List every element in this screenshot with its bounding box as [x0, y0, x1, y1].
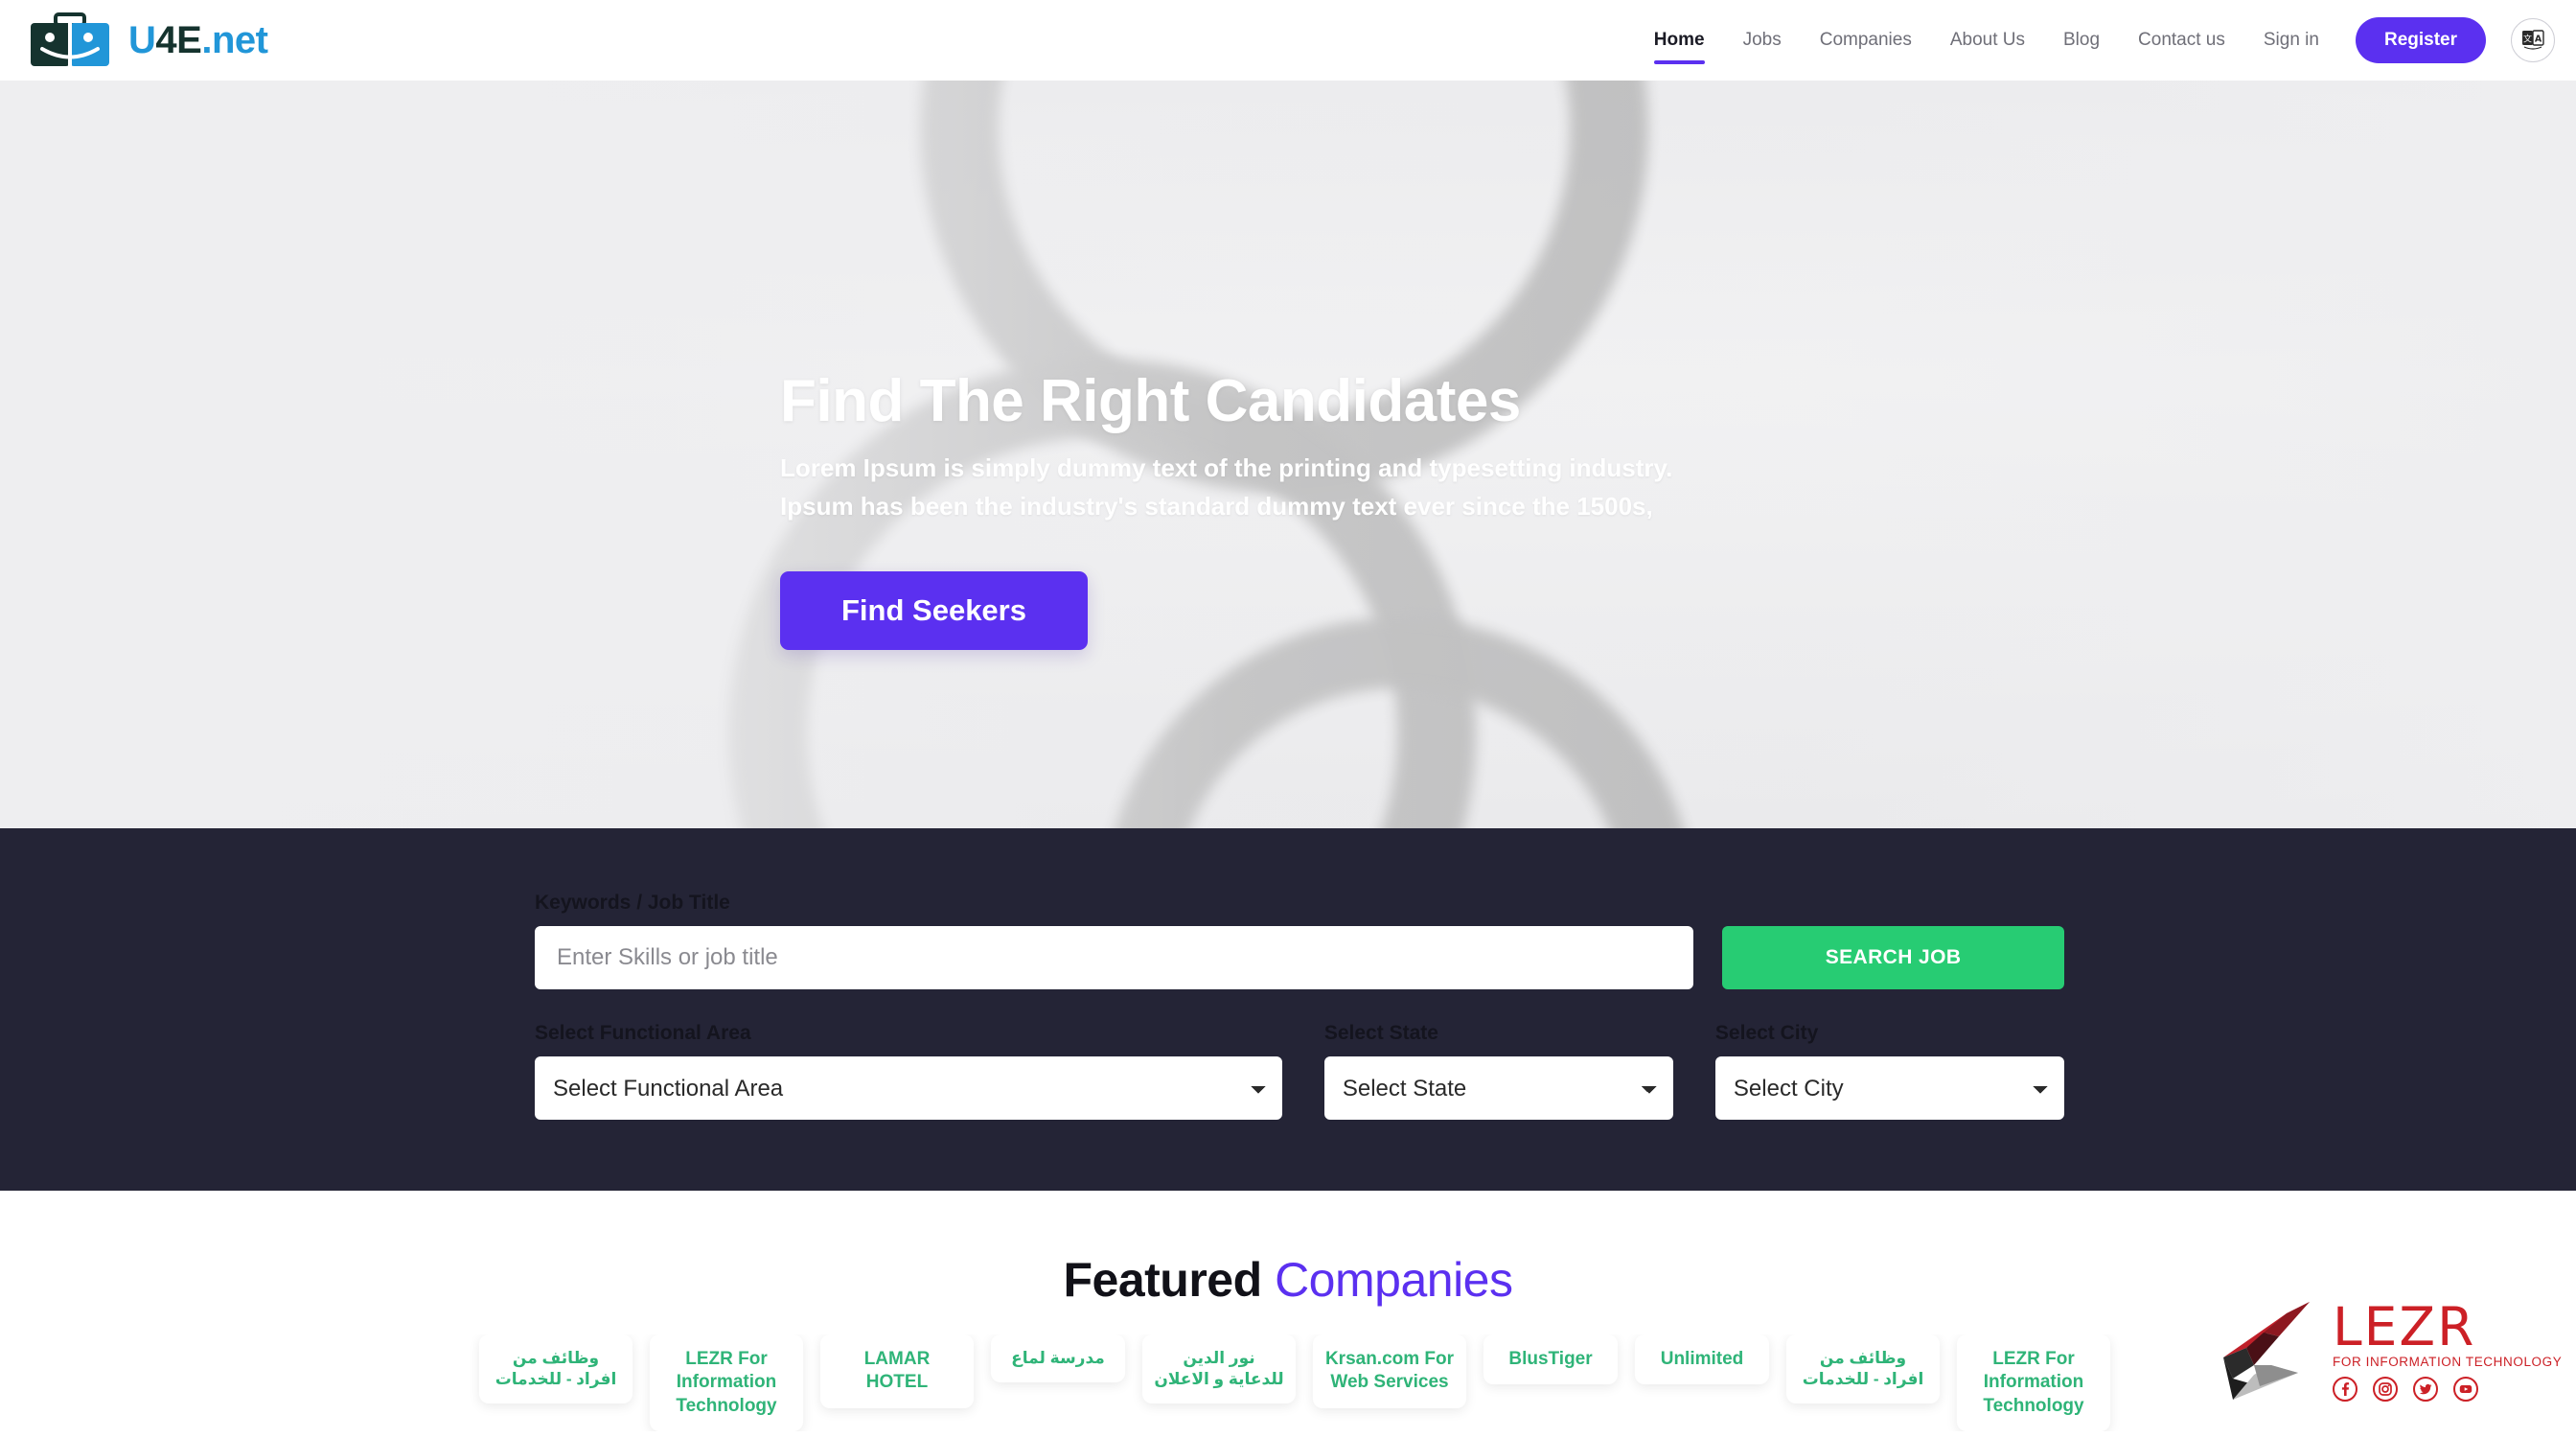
logo-letter-e: E — [176, 19, 202, 61]
hero-subtitle-line-2: Ipsum has been the industry's standard d… — [780, 491, 1653, 521]
state-group: Select State Select State — [1323, 1022, 1673, 1120]
logo-dot: . — [201, 19, 212, 61]
company-logo-card[interactable]: Krsan.com For Web Services — [1313, 1334, 1466, 1408]
logo-tld: net — [211, 19, 268, 61]
city-group: Select City Select City — [1714, 1022, 2064, 1120]
lezr-logo-icon — [2204, 1294, 2327, 1409]
company-logo-card[interactable]: وظائف من افراد - للخدمات — [479, 1334, 632, 1403]
logo-letter-4: 4 — [155, 19, 177, 61]
instagram-icon[interactable] — [2373, 1377, 2398, 1403]
briefcase-logo-icon — [27, 12, 115, 68]
lezr-wordmark: LEZR — [2333, 1295, 2476, 1357]
hero-subtitle: Lorem Ipsum is simply dummy text of the … — [780, 450, 1672, 525]
lezr-social-links — [2333, 1377, 2478, 1403]
search-input[interactable] — [535, 926, 1694, 989]
hero-title: Find The Right Candidates — [780, 368, 1521, 434]
state-select[interactable]: Select State — [1323, 1056, 1673, 1120]
company-logo-card[interactable]: LEZR For Information Technology — [650, 1334, 803, 1431]
lezr-branding-widget[interactable]: LEZR FOR INFORMATION TECHNOLOGY — [2204, 1275, 2562, 1428]
nav-item-jobs[interactable]: Jobs — [1724, 5, 1801, 76]
lezr-text-block: LEZR FOR INFORMATION TECHNOLOGY — [2333, 1295, 2563, 1403]
youtube-icon[interactable] — [2453, 1377, 2478, 1403]
city-label: Select City — [1714, 1022, 1819, 1044]
company-logo-card[interactable]: Unlimited — [1635, 1334, 1769, 1385]
job-search-panel: Keywords / Job Title SEARCH JOB Select F… — [0, 828, 2576, 1191]
company-logo-card[interactable]: LEZR For Information Technology — [1957, 1334, 2110, 1431]
company-logo-card[interactable]: نور الدين للدعاية و الاعلان — [1142, 1334, 1296, 1403]
facebook-icon[interactable] — [2333, 1377, 2358, 1403]
search-job-button[interactable]: SEARCH JOB — [1722, 926, 2064, 989]
company-logo-carousel[interactable]: وظائف من افراد - للخدمات LEZR For Informa… — [0, 1334, 2576, 1431]
featured-companies-section: Featured Companies وظائف من افراد - للخد… — [0, 1191, 2576, 1438]
register-button[interactable]: Register — [2355, 17, 2486, 63]
company-logo-card[interactable]: LAMAR HOTEL — [820, 1334, 974, 1408]
svg-text:文: 文 — [2523, 33, 2532, 44]
search-row-filters: Select Functional Area Select Functional… — [535, 1022, 2064, 1120]
functional-area-select[interactable]: Select Functional Area — [535, 1056, 1282, 1120]
svg-text:A: A — [2535, 34, 2542, 44]
functional-area-group: Select Functional Area Select Functional… — [535, 1022, 1282, 1120]
featured-title-accent: Companies — [1275, 1253, 1513, 1307]
logo-letter-u: U — [128, 19, 156, 61]
functional-area-label: Select Functional Area — [535, 1022, 751, 1044]
nav-item-home[interactable]: Home — [1635, 5, 1724, 76]
site-logo[interactable]: U4E.net — [27, 12, 268, 68]
company-logo-card[interactable]: مدرسة لماع — [991, 1334, 1125, 1382]
nav-item-about-us[interactable]: About Us — [1931, 5, 2044, 76]
language-toggle-button[interactable]: 文 A — [2511, 18, 2555, 62]
nav-links: Home Jobs Companies About Us Blog Contac… — [1635, 5, 2338, 76]
company-logo-card[interactable]: وظائف من افراد - للخدمات — [1786, 1334, 1940, 1403]
nav-item-contact-us[interactable]: Contact us — [2119, 5, 2244, 76]
site-logo-text: U4E.net — [128, 19, 268, 61]
city-select[interactable]: Select City — [1714, 1056, 2064, 1120]
nav-item-blog[interactable]: Blog — [2044, 5, 2119, 76]
keywords-label: Keywords / Job Title — [535, 892, 730, 914]
lezr-tagline: FOR INFORMATION TECHNOLOGY — [2333, 1355, 2563, 1370]
search-row-keywords: Keywords / Job Title SEARCH JOB — [535, 892, 2064, 989]
hero-subtitle-line-1: Lorem Ipsum is simply dummy text of the … — [780, 453, 1673, 483]
hero-section: Find The Right Candidates Lorem Ipsum is… — [0, 81, 2576, 828]
find-seekers-button[interactable]: Find Seekers — [780, 571, 1088, 651]
twitter-icon[interactable] — [2413, 1377, 2438, 1403]
top-navbar: U4E.net Home Jobs Companies About Us Blo… — [0, 0, 2576, 81]
featured-companies-title: Featured Companies — [0, 1252, 2576, 1308]
nav-item-companies[interactable]: Companies — [1801, 5, 1931, 76]
company-logo-card[interactable]: BlusTiger — [1484, 1334, 1618, 1385]
hero-copy: Find The Right Candidates Lorem Ipsum is… — [780, 368, 1672, 651]
featured-title-plain: Featured — [1063, 1253, 1263, 1307]
translate-icon: 文 A — [2518, 25, 2547, 57]
nav-item-sign-in[interactable]: Sign in — [2244, 5, 2338, 76]
keywords-field-group: Keywords / Job Title — [535, 892, 1694, 989]
state-label: Select State — [1323, 1022, 1438, 1044]
primary-navigation: Home Jobs Companies About Us Blog Contac… — [1635, 5, 2555, 76]
